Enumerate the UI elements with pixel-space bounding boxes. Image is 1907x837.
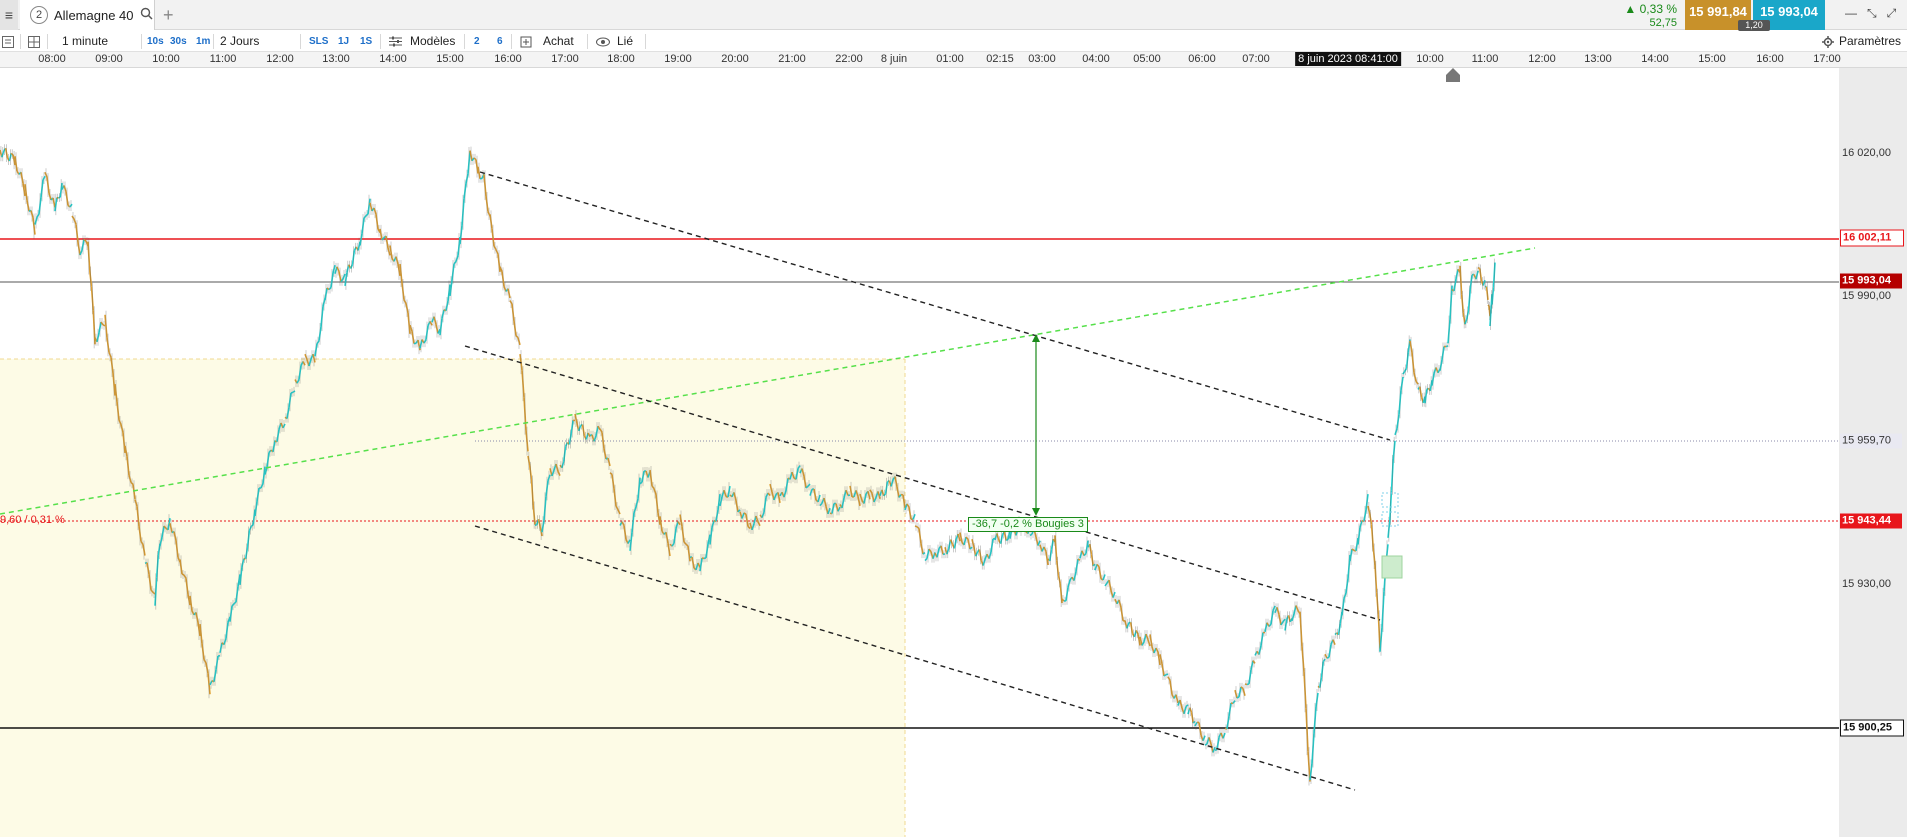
current-time-marker-base	[1446, 75, 1460, 82]
tab-number: 2	[30, 6, 48, 24]
price-chart[interactable]	[0, 68, 1907, 837]
time-tick-label: 17:00	[1813, 53, 1841, 65]
quick-30s-button[interactable]: 30s	[170, 31, 187, 52]
add-tab-icon[interactable]: +	[163, 5, 174, 26]
minimize-icon[interactable]: —	[1845, 6, 1857, 21]
hamburger-icon[interactable]: ≡	[0, 0, 18, 30]
time-axis[interactable]: 08:00 09:00 10:00 11:00 12:00 13:00 14:00 15:00…	[0, 52, 1907, 68]
price-tick-label: 15 990,00	[1842, 290, 1891, 302]
time-tick-label: 07:00	[1242, 53, 1270, 65]
1j-button[interactable]: 1J	[338, 31, 349, 52]
models-button[interactable]: Modèles	[410, 31, 455, 52]
interval-selector[interactable]: 1 minute	[62, 31, 108, 52]
resistance-price-tag: 16 002,11	[1840, 229, 1904, 247]
zone-box-green	[1381, 555, 1403, 579]
chart-toolbar: 1 minute 10s 30s 1m 2 Jours SLS 1J 1S Mo…	[0, 31, 1907, 52]
tab-bar: ≡ 2 Allemagne 40 + ▲ 0,33 % 52,75 15 991…	[0, 0, 1907, 31]
tab-name: Allemagne 40	[54, 7, 134, 23]
time-tick-label: 16:00	[494, 53, 522, 65]
sls-button[interactable]: SLS	[309, 31, 328, 52]
time-tick-label: 05:00	[1133, 53, 1161, 65]
slot-6-button[interactable]: 6	[497, 31, 503, 52]
settings-icon[interactable]	[1822, 31, 1834, 52]
time-tick-label: 13:00	[1584, 53, 1612, 65]
change-points: 52,75	[1649, 17, 1677, 29]
1s-button[interactable]: 1S	[360, 31, 372, 52]
time-tick-label: 8 juin	[880, 53, 908, 65]
expand-icon[interactable]: ⤢	[1887, 6, 1897, 21]
quick-1m-button[interactable]: 1m	[196, 31, 210, 52]
layout-icon[interactable]	[28, 31, 40, 52]
time-tick-label: 08:00	[38, 53, 66, 65]
price-tick-label: 16 020,00	[1842, 147, 1891, 159]
time-tick-label: 02:15	[986, 53, 1014, 65]
price-tick-label: 15 930,00	[1842, 578, 1891, 590]
time-tick-label: 15:00	[1698, 53, 1726, 65]
time-tick-label: 13:00	[322, 53, 350, 65]
time-tick-label: 10:00	[152, 53, 180, 65]
time-tick-label: 03:00	[1028, 53, 1056, 65]
buy-icon[interactable]	[520, 31, 532, 52]
linked-button[interactable]: Lié	[617, 31, 633, 52]
time-tick-label: 19:00	[664, 53, 692, 65]
time-tick-label: 20:00	[721, 53, 749, 65]
time-tick-label: 22:00	[835, 53, 863, 65]
left-level-label: 9,60 / 0,31 %	[0, 514, 65, 526]
time-tick-label: 14:00	[1641, 53, 1669, 65]
link-icon[interactable]	[596, 31, 610, 52]
settings-button[interactable]: Paramètres	[1839, 31, 1901, 52]
change-display: ▲ 0,33 % 52,75	[1620, 0, 1681, 30]
time-tick-label: 04:00	[1082, 53, 1110, 65]
session-shade	[0, 359, 905, 837]
time-tick-label: 18:00	[607, 53, 635, 65]
measure-label: -36,7 -0,2 % Bougies 3	[968, 517, 1088, 532]
restore-icon[interactable]: ⤡	[1867, 6, 1877, 21]
time-tick-label: 15:00	[436, 53, 464, 65]
search-icon[interactable]	[140, 7, 153, 23]
time-tick-label: 14:00	[379, 53, 407, 65]
time-tick-label: 12:00	[266, 53, 294, 65]
spread-badge: 1,20	[1738, 20, 1770, 31]
dotted-level-tag: 15 959,70	[1840, 433, 1902, 449]
time-tick-label: 16:00	[1756, 53, 1784, 65]
instrument-tab[interactable]: 2 Allemagne 40	[20, 0, 155, 30]
time-tick-label: 06:00	[1188, 53, 1216, 65]
time-tick-label: 10:00	[1416, 53, 1444, 65]
period-selector[interactable]: 2 Jours	[220, 31, 259, 52]
current-time-marker-icon[interactable]	[1446, 68, 1460, 75]
quick-10s-button[interactable]: 10s	[147, 31, 164, 52]
change-percent: ▲ 0,33 %	[1624, 2, 1677, 16]
slot-2-button[interactable]: 2	[474, 31, 480, 52]
window-controls: — ⤡ ⤢ ✕	[1845, 6, 1907, 21]
sliders-icon[interactable]	[389, 31, 402, 52]
last-price-tag: 15 993,04	[1840, 273, 1902, 289]
time-tick-label: 12:00	[1528, 53, 1556, 65]
list-icon[interactable]	[2, 31, 14, 52]
measure-arrow-head-bottom	[1032, 508, 1040, 516]
time-tick-label: 01:00	[936, 53, 964, 65]
buy-button[interactable]: Achat	[543, 31, 574, 52]
time-tick-label: 11:00	[1471, 53, 1499, 65]
time-tick-label: 09:00	[95, 53, 123, 65]
support-price-tag: 15 900,25	[1840, 719, 1904, 737]
current-time-label: 8 juin 2023 08:41:00	[1295, 52, 1401, 66]
time-tick-label: 11:00	[209, 53, 237, 65]
time-tick-label: 21:00	[778, 53, 806, 65]
time-tick-label: 17:00	[551, 53, 579, 65]
red-level-tag: 15 943,44	[1840, 513, 1902, 529]
